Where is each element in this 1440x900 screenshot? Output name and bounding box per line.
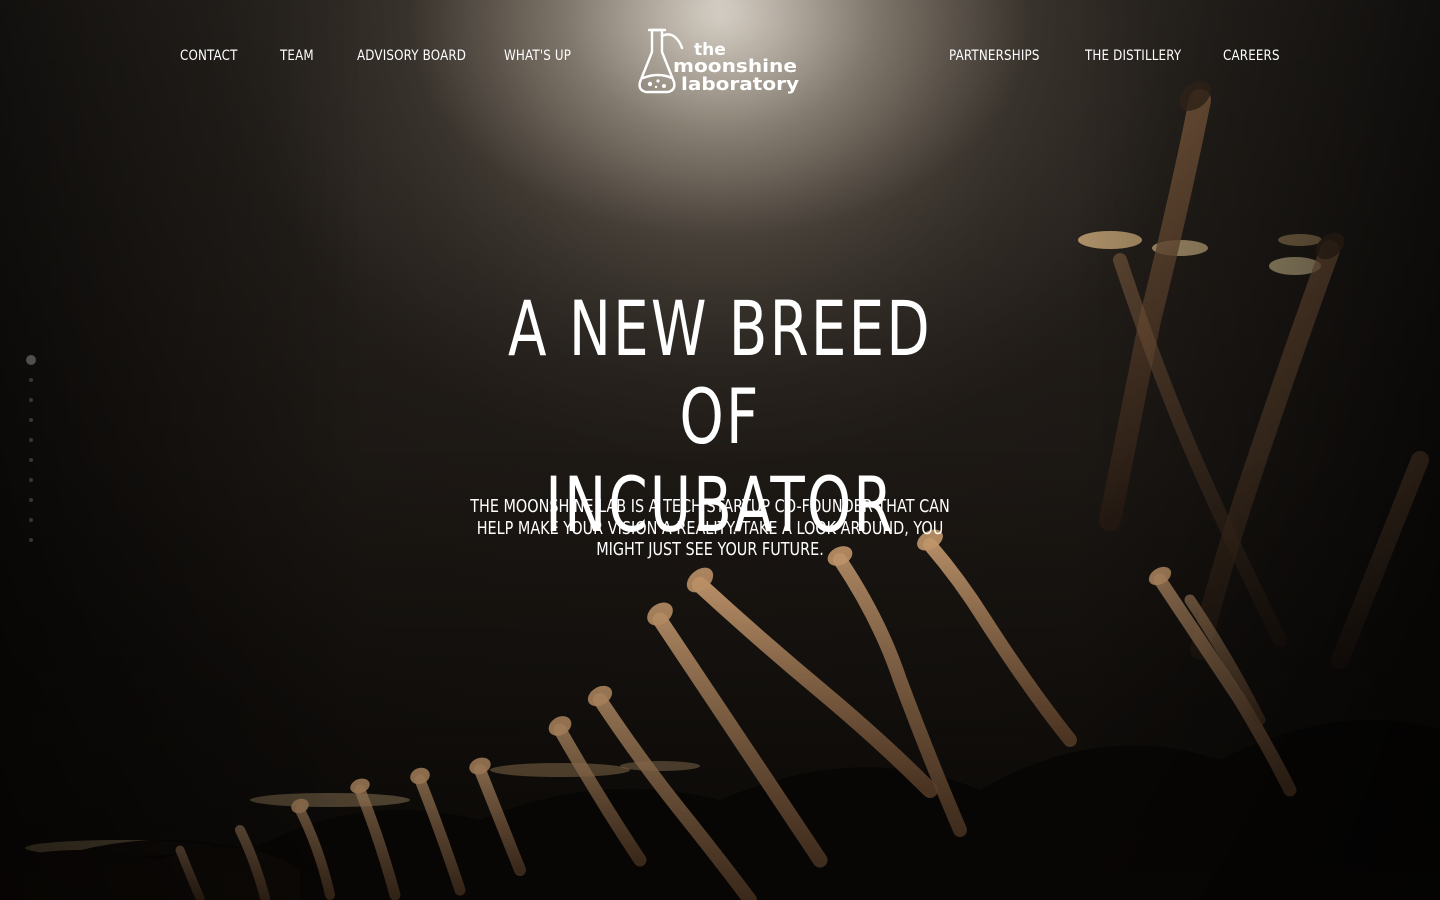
slide-dot[interactable] (29, 418, 33, 422)
nav-link-team[interactable]: TEAM (280, 45, 314, 67)
site-logo[interactable]: the moonshine laboratory (638, 24, 804, 100)
nav-link-the-distillery[interactable]: THE DISTILLERY (1085, 45, 1181, 67)
hero-headline-line-1: A NEW BREED OF (508, 284, 932, 461)
slide-dots (22, 350, 40, 550)
slide-dot[interactable] (29, 458, 33, 462)
nav-link-careers[interactable]: CAREERS (1223, 45, 1280, 67)
nav-link-advisory-board[interactable]: ADVISORY BOARD (357, 45, 466, 67)
nav-link-contact[interactable]: CONTACT (180, 45, 238, 67)
logo-line-laboratory: laboratory (681, 75, 800, 95)
slide-dot[interactable] (29, 378, 33, 382)
slide-dot[interactable] (29, 518, 33, 522)
slide-dot[interactable] (29, 478, 33, 482)
logo-line-moonshine: moonshine (673, 57, 797, 77)
slide-dot[interactable] (29, 538, 33, 542)
hero-subtext-text: THE MOONSHINE LAB IS A TECH STARTUP CO-F… (470, 496, 950, 560)
flask-icon: the moonshine laboratory (638, 28, 800, 95)
slide-dot[interactable] (29, 438, 33, 442)
nav-link-partnerships[interactable]: PARTNERSHIPS (949, 45, 1040, 67)
slide-dot[interactable] (29, 498, 33, 502)
slide-dot-active[interactable] (26, 355, 36, 365)
slide-dot[interactable] (29, 398, 33, 402)
hero-subtext: THE MOONSHINE LAB IS A TECH STARTUP CO-F… (460, 496, 960, 561)
nav-link-whats-up[interactable]: WHAT'S UP (504, 45, 571, 67)
